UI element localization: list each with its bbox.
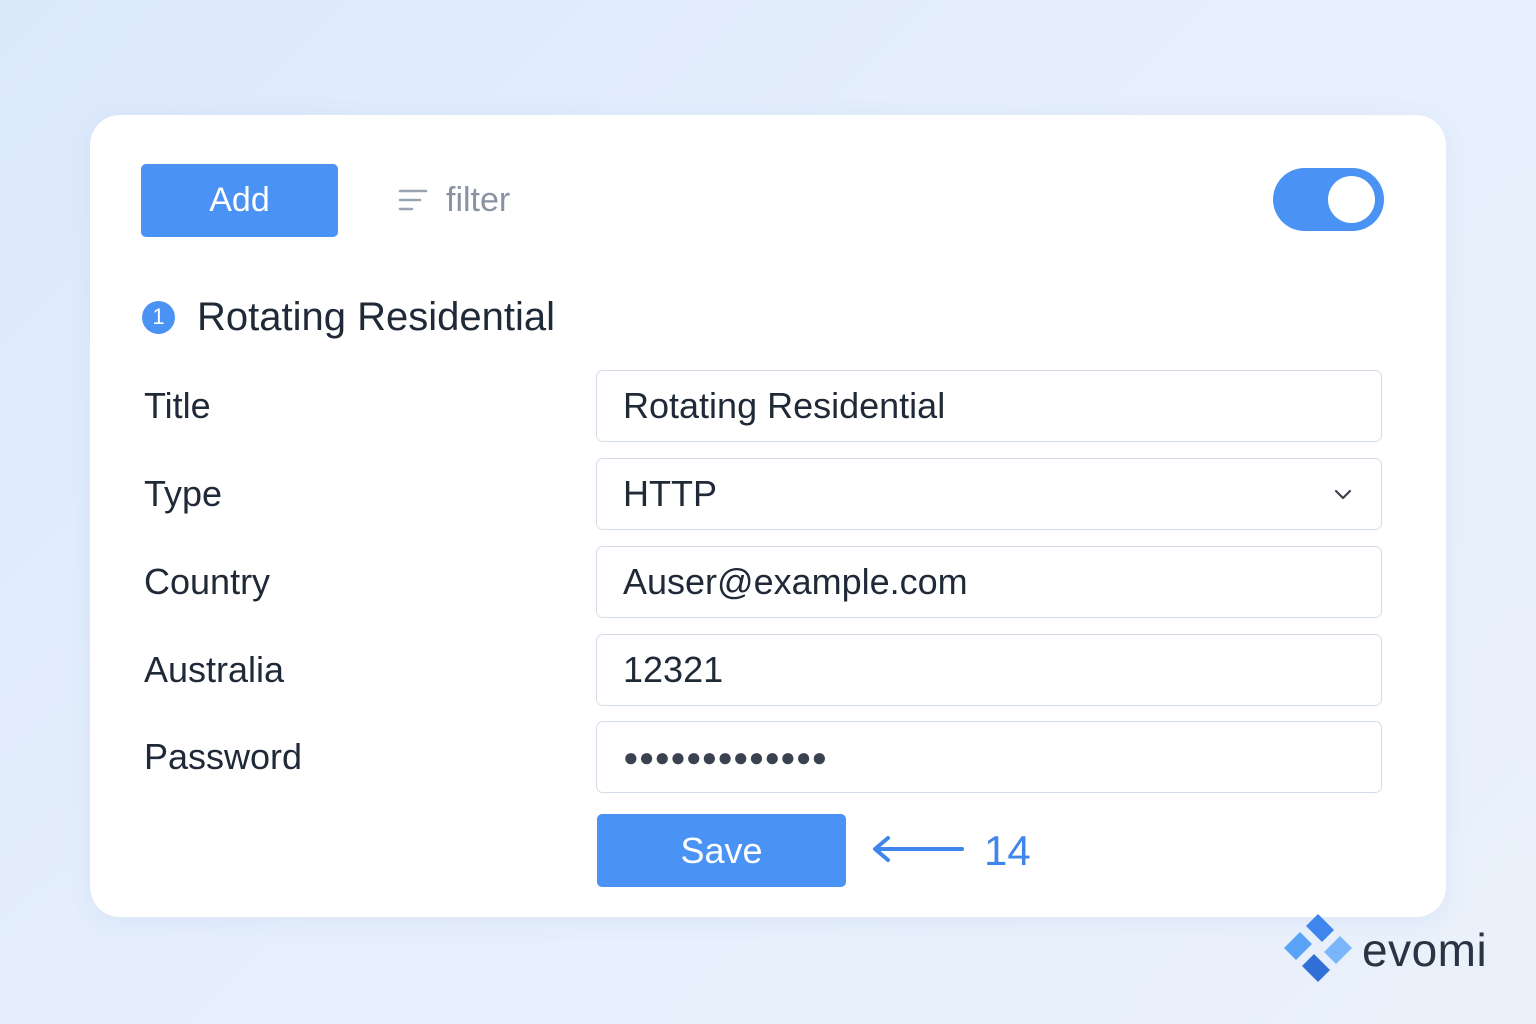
field-label-title: Title xyxy=(144,385,211,426)
country-input-value: Auser@example.com xyxy=(623,561,968,602)
brand-name: evomi xyxy=(1362,924,1488,976)
password-input[interactable]: ●●●●●●●●●●●●● xyxy=(596,721,1382,793)
australia-input[interactable]: 12321 xyxy=(596,634,1382,706)
field-label-australia: Australia xyxy=(144,649,285,690)
filter-label: filter xyxy=(446,180,511,219)
annotation-number: 14 xyxy=(984,827,1031,874)
evomi-logo-icon xyxy=(1282,912,1354,989)
password-input-value: ●●●●●●●●●●●●● xyxy=(623,741,828,772)
filter-control[interactable]: filter xyxy=(398,177,510,223)
title-input-value: Rotating Residential xyxy=(623,385,946,426)
toggle-knob xyxy=(1328,176,1375,223)
step-number-badge: 1 xyxy=(142,300,175,334)
add-button[interactable]: Add xyxy=(141,164,338,237)
proxy-settings-card: Add filter 1 Rotating Residential Title … xyxy=(90,115,1446,917)
type-select[interactable]: HTTP xyxy=(596,458,1382,530)
filter-lines-icon xyxy=(398,187,428,213)
country-input[interactable]: Auser@example.com xyxy=(596,546,1382,618)
field-label-type: Type xyxy=(144,473,223,514)
type-select-value: HTTP xyxy=(623,473,717,514)
field-label-password: Password xyxy=(144,736,303,777)
chevron-down-icon xyxy=(1331,482,1355,506)
enable-toggle[interactable] xyxy=(1273,168,1384,231)
section-header: 1 Rotating Residential xyxy=(142,293,555,341)
australia-input-value: 12321 xyxy=(623,649,724,690)
save-button[interactable]: Save xyxy=(597,814,846,887)
section-title: Rotating Residential xyxy=(197,294,555,339)
brand-logo: evomi xyxy=(1282,912,1488,989)
arrow-left-icon xyxy=(870,833,966,870)
title-input[interactable]: Rotating Residential xyxy=(596,370,1382,442)
field-label-country: Country xyxy=(144,561,271,602)
step-annotation: 14 xyxy=(870,825,1031,877)
